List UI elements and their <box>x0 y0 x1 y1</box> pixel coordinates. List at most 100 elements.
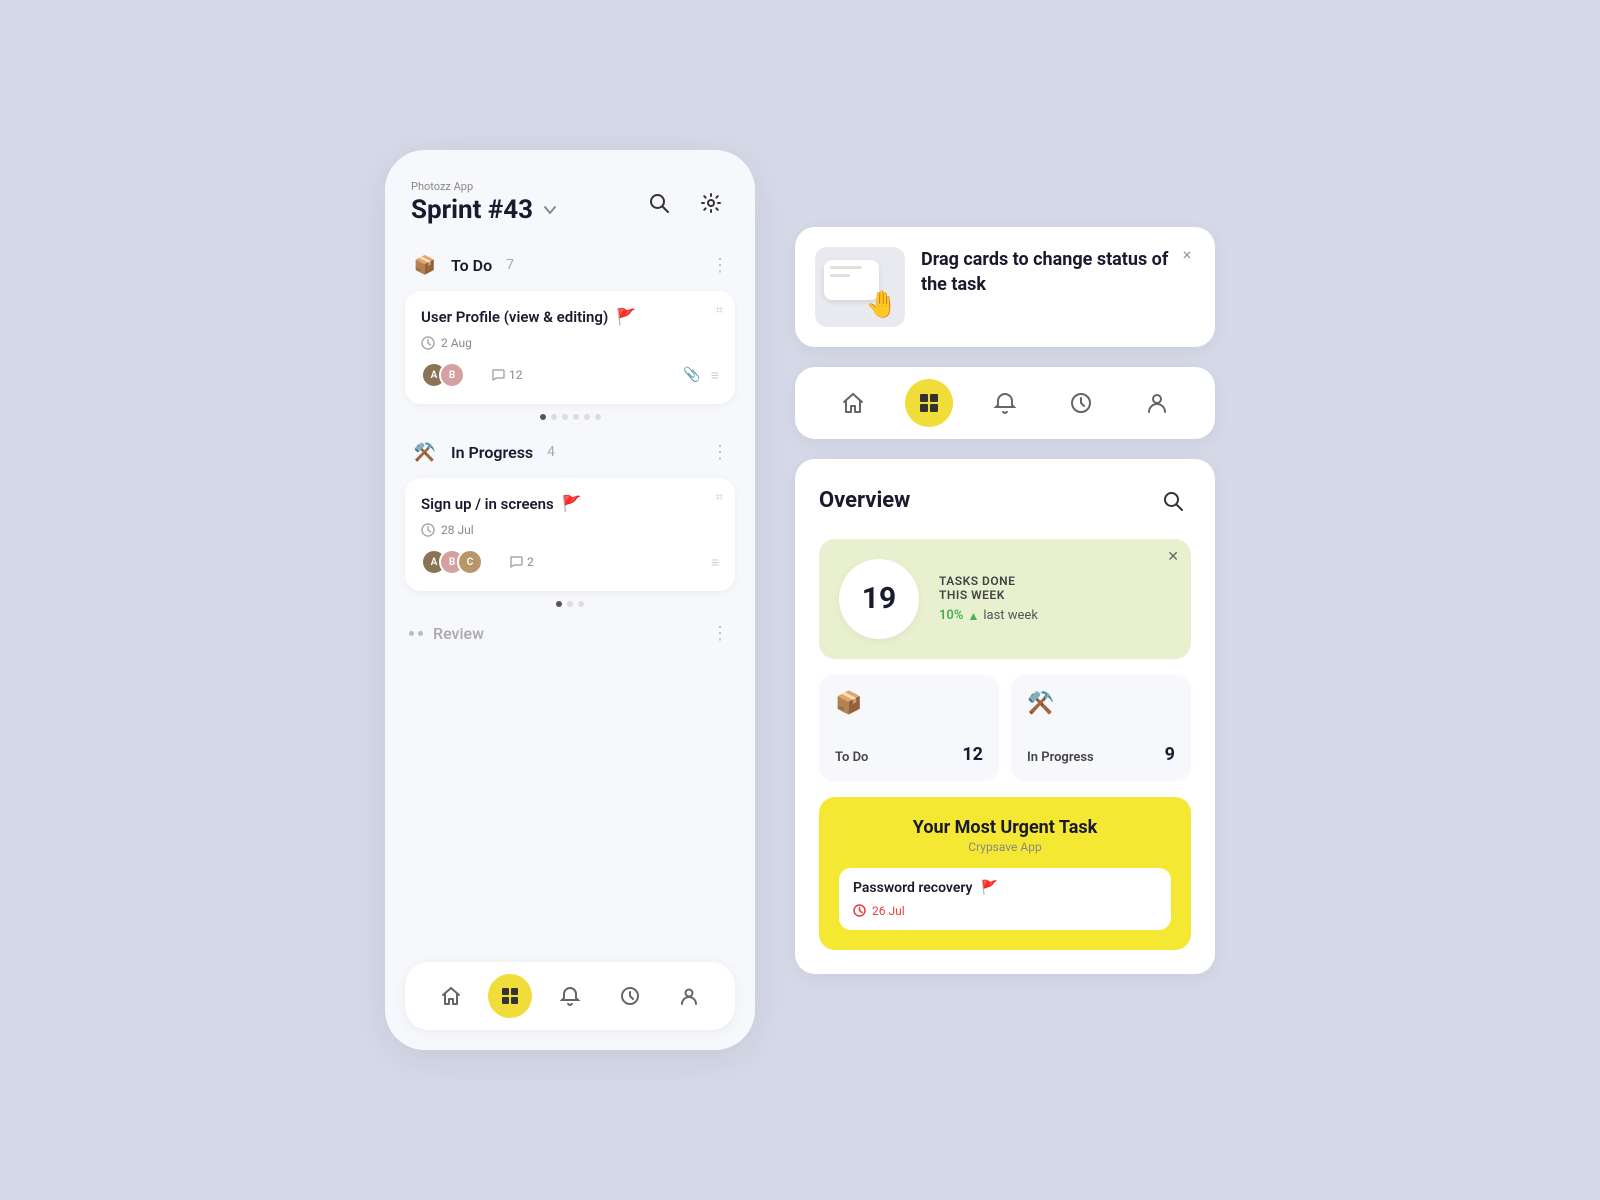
status-inprogress-icon: ⚒️ <box>1027 691 1175 716</box>
inprogress-comment-icon <box>509 555 523 569</box>
todo-task-card[interactable]: ⌗ User Profile (view & editing) 🚩 2 Aug … <box>405 291 735 404</box>
todo-pagination <box>405 414 735 420</box>
inprogress-task-footer: A B C 2 ≡ <box>421 549 719 575</box>
dot-5 <box>584 414 590 420</box>
clock-icon <box>421 336 435 350</box>
inprogress-count: 4 <box>547 444 555 460</box>
inprogress-task-title-row: Sign up / in screens 🚩 <box>421 494 719 513</box>
inprogress-task-card[interactable]: ⌗ Sign up / in screens 🚩 28 Jul A B C <box>405 478 735 591</box>
orange-flag-icon: 🚩 <box>562 494 582 513</box>
status-card-inprogress[interactable]: ⚒️ In Progress 9 <box>1011 675 1191 781</box>
tasks-done-trend: 10% ▲ last week <box>939 608 1038 623</box>
todo-header-left: 📦 To Do 7 <box>409 249 514 281</box>
tooltip-illustration: 🤚 <box>815 247 905 327</box>
urgent-task-subtitle: Crypsave App <box>839 840 1171 854</box>
review-section: Review ⋮ <box>405 623 735 644</box>
phone-header: Photozz App Sprint #43 <box>405 180 735 225</box>
tooltip-text: Drag cards to change status of the task <box>921 247 1195 297</box>
status-card-todo[interactable]: 📦 To Do 12 <box>819 675 999 781</box>
todo-section-header: 📦 To Do 7 ⋮ <box>405 249 735 281</box>
urgent-task-item[interactable]: Password recovery 🚩 26 Jul <box>839 868 1171 930</box>
review-more-button[interactable]: ⋮ <box>711 623 731 644</box>
todo-title: To Do <box>451 256 492 275</box>
inprogress-comments: 2 <box>509 555 534 569</box>
phone-nav-home[interactable] <box>429 974 473 1018</box>
todo-avatars: A B <box>421 362 465 388</box>
urgent-task-title: Your Most Urgent Task <box>839 817 1171 838</box>
phone-nav-board[interactable] <box>488 974 532 1018</box>
inprogress-card-drag-icon: ⌗ <box>716 490 723 505</box>
inprogress-more-button[interactable]: ⋮ <box>711 442 731 463</box>
phone-nav-bell[interactable] <box>548 974 592 1018</box>
tasks-done-count: 19 <box>839 559 919 639</box>
review-dot-1 <box>409 631 414 636</box>
header-left: Photozz App Sprint #43 <box>411 180 559 225</box>
inprogress-title: In Progress <box>451 443 533 462</box>
drag-line-2 <box>830 274 850 277</box>
search-button[interactable] <box>641 185 677 221</box>
phone-bottom-nav <box>405 962 735 1030</box>
tasks-done-label: TASKS DONE THIS WEEK <box>939 574 1038 602</box>
tooltip-inner: 🤚 Drag cards to change status of the tas… <box>815 247 1195 327</box>
inprogress-avatar-3: C <box>457 549 483 575</box>
tasks-done-close-button[interactable]: ✕ <box>1167 549 1179 565</box>
dot-3 <box>562 414 568 420</box>
todo-more-button[interactable]: ⋮ <box>711 255 731 276</box>
tooltip-close-button[interactable]: × <box>1175 243 1199 267</box>
trend-label: last week <box>983 608 1038 623</box>
inprogress-dot-3 <box>578 601 584 607</box>
inprogress-pagination <box>405 601 735 607</box>
todo-task-footer: A B 12 📎 ≡ <box>421 362 719 388</box>
status-inprogress-count: 9 <box>1165 744 1175 765</box>
status-todo-count: 12 <box>962 744 983 765</box>
status-inprogress-bottom: In Progress 9 <box>1027 744 1175 765</box>
inprogress-avatars: A B C <box>421 549 483 575</box>
urgent-clock-icon <box>853 904 866 917</box>
todo-comments: 12 <box>491 368 523 382</box>
trend-arrow: ▲ <box>967 609 979 623</box>
status-grid: 📦 To Do 12 ⚒️ In Progress 9 <box>819 675 1191 781</box>
tooltip-nav-bell[interactable] <box>981 379 1029 427</box>
status-inprogress-label: In Progress <box>1027 750 1094 765</box>
urgent-flag-icon: 🚩 <box>981 880 998 896</box>
tooltip-heading: Drag cards to change status of the task <box>921 247 1195 297</box>
settings-button[interactable] <box>693 185 729 221</box>
status-todo-icon: 📦 <box>835 691 983 716</box>
urgent-task-card: Your Most Urgent Task Crypsave App Passw… <box>819 797 1191 950</box>
dot-4 <box>573 414 579 420</box>
tooltip-nav-home[interactable] <box>829 379 877 427</box>
todo-task-date: 2 Aug <box>421 336 719 350</box>
right-panel: 🤚 Drag cards to change status of the tas… <box>795 227 1215 974</box>
attachment-icon: 📎 <box>683 367 700 384</box>
drag-line-1 <box>830 266 862 269</box>
phone-nav-profile[interactable] <box>667 974 711 1018</box>
drag-card-lines <box>830 266 862 277</box>
tooltip-nav-profile[interactable] <box>1133 379 1181 427</box>
inprogress-clock-icon <box>421 523 435 537</box>
overview-search-button[interactable] <box>1155 483 1191 519</box>
trend-pct: 10% <box>939 608 963 623</box>
review-title: Review <box>433 624 484 643</box>
tasks-done-text: TASKS DONE THIS WEEK 10% ▲ last week <box>939 574 1038 623</box>
status-todo-label: To Do <box>835 750 868 765</box>
review-dot-2 <box>418 631 423 636</box>
inprogress-dot-1 <box>556 601 562 607</box>
review-dots <box>409 631 423 636</box>
drag-hand-icon: 🤚 <box>866 290 898 320</box>
inprogress-task-title: Sign up / in screens <box>421 495 554 513</box>
overview-title: Overview <box>819 488 910 513</box>
tooltip-card: 🤚 Drag cards to change status of the tas… <box>795 227 1215 347</box>
sprint-title: Sprint #43 <box>411 195 559 225</box>
inprogress-section: ⚒️ In Progress 4 ⋮ ⌗ Sign up / in screen… <box>405 436 735 607</box>
inprogress-task-date: 28 Jul <box>421 523 719 537</box>
inprogress-section-header: ⚒️ In Progress 4 ⋮ <box>405 436 735 468</box>
inprogress-footer-actions: ≡ <box>711 554 719 571</box>
avatar-2: B <box>439 362 465 388</box>
tooltip-nav-board[interactable] <box>905 379 953 427</box>
chevron-down-icon[interactable] <box>541 201 559 219</box>
phone-panel: Photozz App Sprint #43 <box>385 150 755 1050</box>
inprogress-icon: ⚒️ <box>409 436 441 468</box>
tooltip-nav-activity[interactable] <box>1057 379 1105 427</box>
review-left: Review <box>409 624 484 643</box>
phone-nav-activity[interactable] <box>608 974 652 1018</box>
